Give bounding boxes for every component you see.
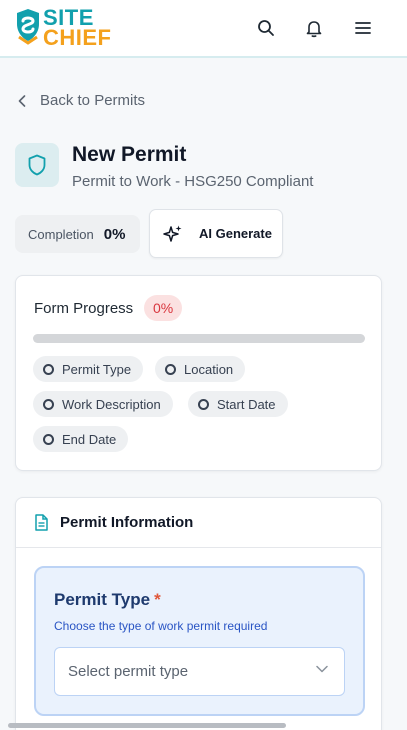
permit-information-card: Permit Information Permit Type * Choose t… (15, 497, 382, 730)
permit-type-placeholder: Select permit type (68, 663, 189, 680)
progress-step-start-date: Start Date (188, 391, 288, 417)
shield-icon (28, 154, 46, 176)
chevron-left-icon (18, 94, 26, 107)
completion-indicator: Completion 0% (15, 215, 140, 253)
completion-label: Completion (28, 226, 94, 242)
document-icon (35, 514, 48, 531)
permit-information-title: Permit Information (60, 514, 194, 531)
step-label: Start Date (217, 396, 276, 412)
empty-circle-icon (43, 363, 54, 375)
progress-step-permit-type: Permit Type (33, 356, 144, 382)
step-label: Location (184, 361, 234, 377)
completion-value: 0% (103, 225, 126, 243)
bell-icon[interactable] (303, 17, 325, 39)
permit-type-field: Permit Type * Choose the type of work per… (34, 566, 365, 716)
step-label: End Date (62, 431, 117, 447)
menu-icon[interactable] (352, 17, 374, 39)
permit-type-label-text: Permit Type (54, 590, 151, 609)
empty-circle-icon (43, 433, 54, 445)
page-subtitle: Permit to Work - HSG250 Compliant (72, 173, 314, 190)
logo-text-line2: CHIEF (43, 25, 112, 50)
ai-generate-button[interactable]: AI Generate (149, 209, 283, 258)
search-icon[interactable] (255, 17, 277, 39)
permit-type-help-text: Choose the type of work permit required (54, 619, 268, 633)
progress-step-location: Location (155, 356, 246, 382)
progress-step-work-description: Work Description (33, 391, 173, 417)
back-link-label: Back to Permits (40, 92, 146, 109)
empty-circle-icon (43, 398, 54, 410)
permit-type-select[interactable]: Select permit type (54, 647, 345, 696)
step-label: Permit Type (62, 361, 132, 377)
back-to-permits-link[interactable]: Back to Permits (18, 92, 145, 109)
progress-step-end-date: End Date (33, 426, 129, 452)
empty-circle-icon (198, 398, 209, 410)
form-progress-badge: 0% (144, 295, 183, 321)
required-asterisk: * (154, 590, 161, 609)
page-title: New Permit (72, 143, 187, 166)
sparkle-icon (163, 225, 182, 242)
top-bar: SITE CHIEF (0, 0, 407, 58)
permit-information-header: Permit Information (16, 498, 381, 548)
page-header-icon-tile (15, 143, 59, 187)
site-chief-logo[interactable]: SITE CHIEF (15, 7, 135, 51)
empty-circle-icon (165, 363, 176, 375)
chevron-down-icon (316, 665, 328, 673)
form-progress-title: Form Progress (34, 300, 134, 317)
horizontal-scrollbar[interactable] (8, 723, 286, 728)
permit-type-label: Permit Type * (54, 590, 161, 610)
form-progress-bar (33, 334, 365, 343)
logo-shield-icon (17, 9, 39, 45)
form-progress-card: Form Progress 0% Permit Type Location Wo… (15, 275, 382, 471)
step-label: Work Description (62, 396, 161, 412)
ai-generate-label: AI Generate (199, 226, 272, 241)
